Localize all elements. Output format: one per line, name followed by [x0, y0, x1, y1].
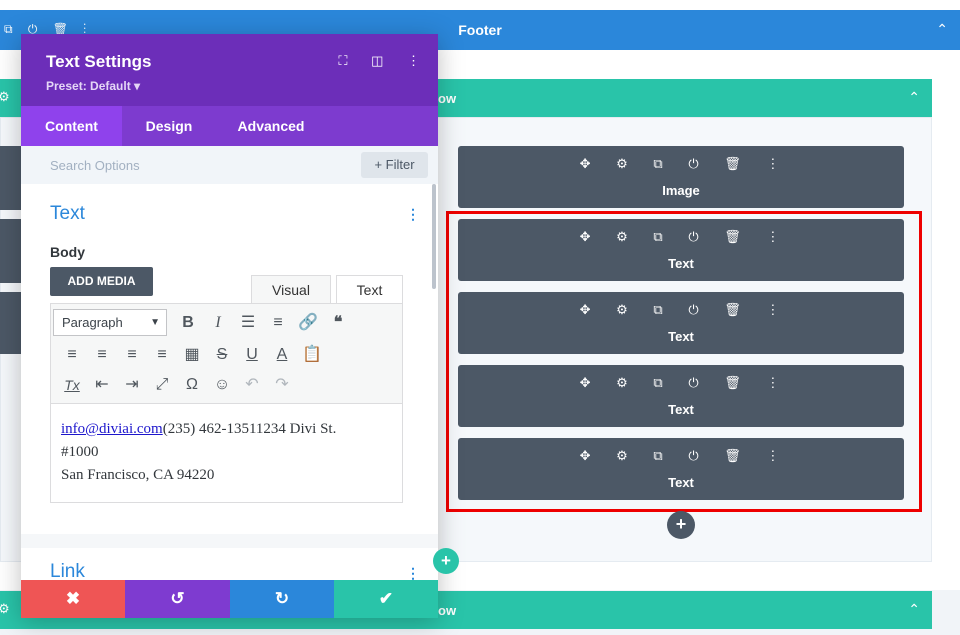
fullscreen-icon[interactable]: ⛶ [338, 53, 347, 68]
bullet-list-icon[interactable]: ☰ [233, 308, 263, 338]
editor-tab-text[interactable]: Text [336, 275, 403, 303]
rich-text-editor[interactable]: Paragraph ▼ B I ☰ ≡ 🔗 ❝ ≡ ≡ ≡ ≡ ▦ S U A 📋 Tx ⇤ ⇥ ⤢ Ω ☺ ↶ ↷ i… [50, 303, 403, 503]
modal-scrollbar[interactable] [432, 184, 436, 289]
chevron-up-icon[interactable]: ⌃ [908, 89, 920, 106]
modal-header-icons: ⛶ ◫ ⋮ [318, 53, 420, 69]
column-module-ghost [0, 292, 22, 354]
chevron-up-icon[interactable]: ⌃ [908, 601, 920, 618]
redo-edit-icon[interactable]: ↷ [267, 370, 297, 400]
align-right-icon[interactable]: ≡ [117, 340, 147, 370]
add-media-button[interactable]: ADD MEDIA [50, 267, 153, 296]
email-link[interactable]: info@diviai.com [61, 421, 163, 437]
top-strip [0, 0, 960, 10]
text-color-icon[interactable]: A [267, 340, 297, 370]
row-label: ow [438, 603, 457, 618]
modal-footer: ✖ ↺ ↻ ✔ [21, 580, 438, 618]
modal-tabs: Content Design Advanced [21, 106, 438, 146]
close-button[interactable]: ✖ [21, 580, 125, 618]
column-module-ghost [0, 219, 22, 283]
special-character-icon[interactable]: Ω [177, 370, 207, 400]
table-icon[interactable]: ▦ [177, 340, 207, 370]
tab-content[interactable]: Content [21, 106, 122, 146]
text-settings-modal: Text Settings Preset: Default ▾ ⛶ ◫ ⋮ Co… [21, 34, 438, 618]
link-icon[interactable]: 🔗 [293, 308, 323, 338]
bold-icon[interactable]: B [173, 308, 203, 338]
clear-formatting-icon[interactable]: Tx [57, 370, 87, 400]
add-module-button[interactable]: + [667, 511, 695, 539]
modal-header[interactable]: Text Settings Preset: Default ▾ ⛶ ◫ ⋮ [21, 34, 438, 106]
chevron-down-icon: ▼ [150, 317, 160, 328]
align-justify-icon[interactable]: ≡ [147, 340, 177, 370]
editor-line-1-rest: (235) 462-13511234 Divi St. [162, 421, 337, 437]
search-input[interactable]: Search Options [50, 158, 140, 173]
align-center-icon[interactable]: ≡ [87, 340, 117, 370]
format-select[interactable]: Paragraph ▼ [53, 309, 167, 336]
strikethrough-icon[interactable]: S [207, 340, 237, 370]
preset-dropdown[interactable]: Preset: Default ▾ [46, 79, 140, 93]
editor-line-2: #1000 [61, 444, 99, 460]
chevron-up-icon[interactable]: ⌃ [936, 21, 948, 38]
module-toolbar-icons[interactable]: ✥ ⚙ ⧉ ⏻ 🗑 ⋮ [458, 156, 904, 172]
editor-toolbar: Paragraph ▼ B I ☰ ≡ 🔗 ❝ ≡ ≡ ≡ ≡ ▦ S U A 📋 Tx ⇤ ⇥ ⤢ Ω ☺ ↶ ↷ [51, 304, 402, 404]
more-options-icon[interactable]: ⋮ [407, 53, 420, 68]
outdent-icon[interactable]: ⇤ [87, 370, 117, 400]
editor-line-3: San Francisco, CA 94220 [61, 467, 215, 483]
column-module-ghost [0, 146, 22, 210]
paste-text-icon[interactable]: 📋 [297, 340, 327, 370]
toolbar-row-2: ≡ ≡ ≡ ≡ ▦ S U A 📋 [57, 340, 327, 370]
body-field-label: Body [50, 244, 85, 260]
group-separator [21, 534, 438, 548]
undo-edit-icon[interactable]: ↶ [237, 370, 267, 400]
row-label: ow [438, 91, 457, 106]
undo-button[interactable]: ↺ [125, 580, 230, 618]
gear-icon[interactable]: ⚙ [0, 601, 10, 617]
toolbar-row-3: Tx ⇤ ⇥ ⤢ Ω ☺ ↶ ↷ [57, 370, 297, 400]
toolbar-row-1: B I ☰ ≡ 🔗 ❝ [173, 308, 353, 338]
module-image[interactable]: ✥ ⚙ ⧉ ⏻ 🗑 ⋮ Image [458, 146, 904, 208]
module-label: Image [662, 183, 700, 198]
blockquote-icon[interactable]: ❝ [323, 308, 353, 338]
redo-button[interactable]: ↻ [230, 580, 334, 618]
selection-highlight-box [446, 211, 922, 512]
editor-line-1: info@diviai.com(235) 462-13511234 Divi S… [61, 418, 391, 441]
save-button[interactable]: ✔ [334, 580, 438, 618]
text-group-menu-icon[interactable]: ⋮ [406, 206, 420, 223]
editor-tab-visual[interactable]: Visual [251, 275, 331, 303]
underline-icon[interactable]: U [237, 340, 267, 370]
numbered-list-icon[interactable]: ≡ [263, 308, 293, 338]
format-select-value: Paragraph [62, 315, 123, 330]
align-left-icon[interactable]: ≡ [57, 340, 87, 370]
add-row-button[interactable]: + [433, 548, 459, 574]
indent-icon[interactable]: ⇥ [117, 370, 147, 400]
fullscreen-editor-icon[interactable]: ⤢ [147, 370, 177, 400]
emoji-icon[interactable]: ☺ [207, 370, 237, 400]
text-group-title[interactable]: Text [50, 203, 85, 225]
editor-content[interactable]: info@diviai.com(235) 462-13511234 Divi S… [61, 418, 391, 487]
gear-icon[interactable]: ⚙ [0, 89, 10, 105]
tab-advanced[interactable]: Advanced [216, 106, 326, 146]
tab-design[interactable]: Design [122, 106, 216, 146]
filter-button[interactable]: + Filter [361, 152, 428, 178]
modal-title: Text Settings [46, 52, 152, 71]
italic-icon[interactable]: I [203, 308, 233, 338]
split-view-icon[interactable]: ◫ [371, 53, 383, 68]
search-options-bar: Search Options + Filter [21, 146, 438, 184]
